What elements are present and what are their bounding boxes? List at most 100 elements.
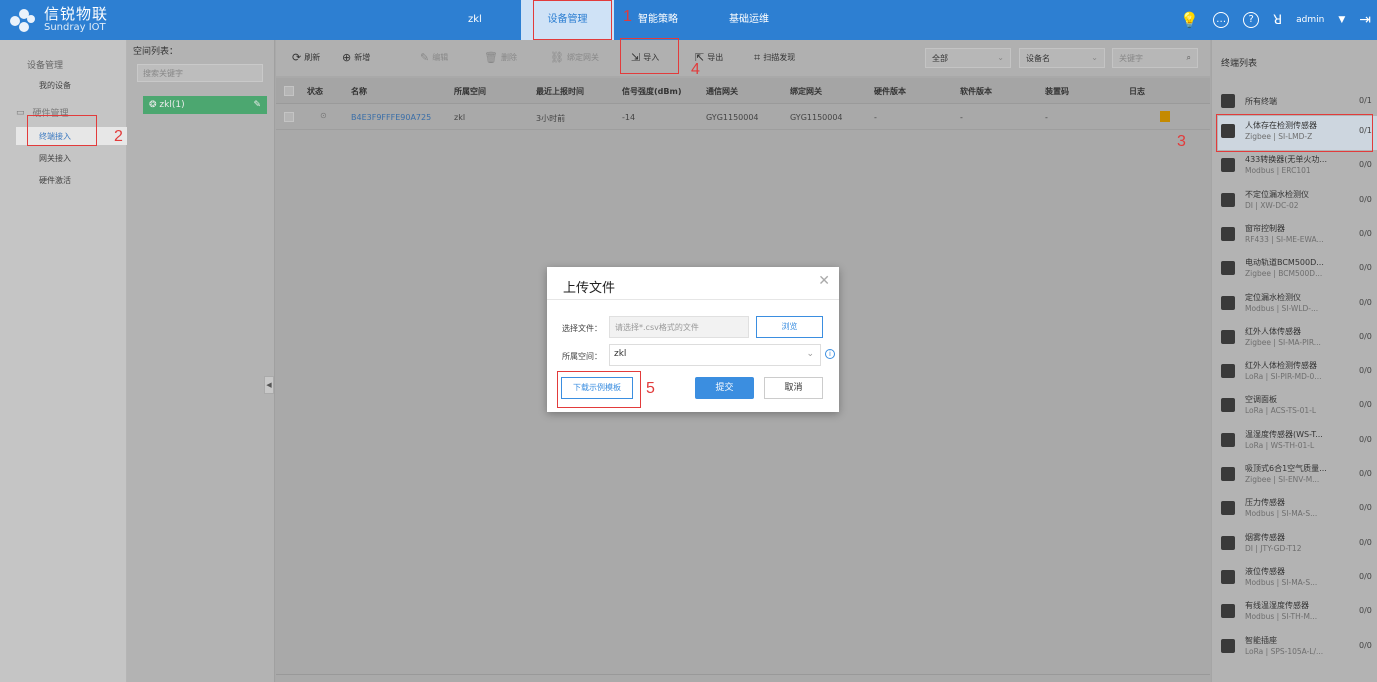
terminal-list-item[interactable]: 433转换器(无单火功... Modbus | ERC101 0/0 [1218, 150, 1377, 184]
help-icon[interactable]: ? [1243, 12, 1260, 28]
terminal-count: 0/0 [1359, 194, 1372, 204]
terminal-protocol-model: Modbus | SI-TH-M... [1245, 612, 1318, 622]
keyword-input[interactable]: 关键字 ⌕ [1112, 48, 1198, 68]
edit-button[interactable]: ✎ 编辑 [420, 52, 448, 63]
browse-button[interactable]: 浏览 [756, 316, 823, 338]
device-name-link[interactable]: B4E3F9FFFE90A725 [351, 113, 431, 122]
col-comm-gateway[interactable]: 通信网关 [706, 86, 738, 97]
terminal-count: 0/0 [1359, 469, 1372, 478]
terminal-list-item[interactable]: 空调面板 LoRa | ACS-TS-01-L 0/0 [1218, 390, 1377, 424]
device-type-icon [1221, 638, 1235, 653]
terminal-name: 电动轨道BCM500D... [1245, 258, 1324, 268]
row-checkbox[interactable] [284, 112, 294, 122]
terminal-protocol-model: LoRa | SPS-105A-L/... [1245, 646, 1324, 656]
col-bind-gateway[interactable]: 绑定网关 [790, 86, 822, 97]
terminal-count: 0/0 [1359, 640, 1372, 650]
col-signal[interactable]: 信号强度(dBm) [622, 86, 681, 97]
col-device-code[interactable]: 装置码 [1045, 86, 1069, 97]
bind-gateway-button[interactable]: ⛓ 绑定网关 [550, 52, 599, 63]
refresh-button[interactable]: ⟳ 刷新 [292, 52, 320, 63]
col-status[interactable]: 状态 [307, 86, 323, 97]
lightbulb-icon[interactable]: 💡 [1180, 11, 1199, 29]
cell-hw-version: - [874, 113, 877, 122]
space-label: 所属空间： [562, 352, 602, 361]
terminal-name: 液位传感器 [1245, 566, 1285, 576]
space-select[interactable]: zkl ⌄ [609, 344, 821, 366]
device-type-icon [1221, 158, 1235, 173]
col-hw-version[interactable]: 硬件版本 [874, 86, 906, 97]
filter-all-select[interactable]: 全部 ⌄ [925, 48, 1011, 68]
hardware-icon: ▭ [16, 107, 25, 118]
terminal-protocol-model: LoRa | WS-TH-01-L [1245, 440, 1315, 450]
tree-node-zkl[interactable]: ❂ zkl(1) ✎ [143, 96, 267, 114]
terminal-list-item[interactable]: 压力传感器 Modbus | SI-MA-S... 0/0 [1218, 493, 1377, 527]
sidebar-item-my-devices[interactable]: 我的设备 [39, 80, 71, 91]
terminal-list-item[interactable]: 电动轨道BCM500D... Zigbee | BCM500D... 0/0 [1218, 253, 1377, 287]
dialog-title: 上传文件 [563, 281, 616, 296]
sidebar-item-gateway-access[interactable]: 网关接入 [39, 153, 71, 164]
terminal-count: 0/0 [1359, 571, 1372, 581]
annotation-box-3 [1216, 114, 1373, 152]
device-type-icon [1221, 535, 1235, 550]
info-icon[interactable]: i [825, 349, 835, 359]
edit-icon: ✎ [420, 50, 430, 64]
terminal-list-item[interactable]: 吸顶式6合1空气质量... Zigbee | SI-ENV-M... 0/0 [1218, 459, 1377, 493]
col-space[interactable]: 所属空间 [454, 86, 486, 97]
dialog-divider [547, 299, 839, 300]
collapse-panel-button[interactable]: ◀ [264, 376, 274, 394]
close-icon[interactable]: ✕ [818, 273, 830, 289]
footer-bar [276, 674, 1210, 682]
annotation-label-3: 3 [1177, 133, 1186, 150]
col-name[interactable]: 名称 [351, 86, 367, 97]
sidebar-item-hardware-activate[interactable]: 硬件激活 [39, 175, 71, 186]
user-icon[interactable]: ꓤ [1273, 13, 1282, 28]
terminal-list-item[interactable]: 有线温湿度传感器 Modbus | SI-TH-M... 0/0 [1218, 596, 1377, 630]
annotation-box-4 [620, 38, 679, 74]
search-icon[interactable]: ⌕ [1187, 53, 1191, 63]
terminal-name: 压力传感器 [1245, 498, 1285, 508]
space-list-title: 空间列表： [133, 47, 179, 57]
submit-button[interactable]: 提交 [695, 377, 754, 399]
select-all-checkbox[interactable] [284, 86, 294, 96]
logout-icon[interactable]: ⇥ [1359, 12, 1371, 28]
terminal-protocol-model: DI | JTY-GD-T12 [1245, 543, 1302, 553]
file-input[interactable]: 请选择*.csv格式的文件 [609, 316, 749, 338]
terminal-list-item[interactable]: 不定位漏水检测仪 DI | XW-DC-02 0/0 [1218, 185, 1377, 219]
terminal-list-item[interactable]: 红外人体传感器 Zigbee | SI-MA-PIR... 0/0 [1218, 322, 1377, 356]
toolbar: ⟳ 刷新 ⊕ 新增 ✎ 编辑 🗑 删除 ⛓ 绑定网关 ⇲ 导入 ⇱ 导出 ⌗ 扫描发现 全部 ⌄ … [276, 40, 1210, 76]
nav-basic-ops[interactable]: 基础运维 [729, 0, 769, 40]
plus-icon: ⊕ [342, 50, 352, 64]
user-name[interactable]: admin [1296, 15, 1324, 25]
field-select[interactable]: 设备名 ⌄ [1019, 48, 1105, 68]
nav-space[interactable]: zkl [468, 0, 482, 40]
log-icon[interactable] [1160, 111, 1170, 122]
terminal-count: 0/0 [1359, 160, 1372, 170]
cancel-button[interactable]: 取消 [764, 377, 823, 399]
terminal-list-item[interactable]: 液位传感器 Modbus | SI-MA-S... 0/0 [1218, 562, 1377, 596]
device-type-icon [1221, 569, 1235, 584]
terminal-name: 433转换器(无单火功... [1245, 155, 1328, 165]
delete-button[interactable]: 🗑 删除 [484, 52, 517, 63]
terminal-list-item[interactable]: 温湿度传感器(WS-T... LoRa | WS-TH-01-L 0/0 [1218, 425, 1377, 459]
scan-discover-button[interactable]: ⌗ 扫描发现 [754, 52, 795, 63]
message-icon[interactable]: … [1213, 12, 1230, 28]
device-type-icon [1221, 432, 1235, 447]
terminal-list-item[interactable]: 智能插座 LoRa | SPS-105A-L/... 0/0 [1218, 631, 1377, 665]
space-search-input[interactable]: 搜索关键字 [137, 64, 263, 82]
table-row[interactable]: ⊙ B4E3F9FFFE90A725 zkl 3小时前 -14 GYG11500… [276, 104, 1210, 130]
terminal-list-item[interactable]: 烟雾传感器 DI | JTY-GD-T12 0/0 [1218, 528, 1377, 562]
col-sw-version[interactable]: 软件版本 [960, 86, 992, 97]
terminal-list-item[interactable]: 红外人体检测传感器 LoRa | SI-PIR-MD-0... 0/0 [1218, 356, 1377, 390]
col-log[interactable]: 日志 [1129, 86, 1145, 97]
terminal-list-item[interactable]: 定位漏水检测仪 Modbus | SI-WLD-... 0/0 [1218, 288, 1377, 322]
nav-smart-policy[interactable]: 智能策略 [638, 0, 678, 40]
terminal-protocol-model: Modbus | SI-MA-S... [1245, 577, 1318, 587]
brand-logo[interactable]: 信锐物联 Sundray IOT [10, 6, 108, 34]
terminal-list-item[interactable]: 窗帘控制器 RF433 | SI-ME-EWA... 0/0 [1218, 219, 1377, 253]
chevron-down-icon[interactable]: ▼ [1338, 15, 1345, 25]
cell-last-report: 3小时前 [536, 114, 566, 123]
col-last-report[interactable]: 最近上报时间 [536, 86, 584, 97]
space-tree-panel: 空间列表： 搜索关键字 ❂ zkl(1) ✎ [127, 40, 275, 682]
edit-icon[interactable]: ✎ [253, 100, 261, 110]
add-button[interactable]: ⊕ 新增 [342, 52, 370, 63]
